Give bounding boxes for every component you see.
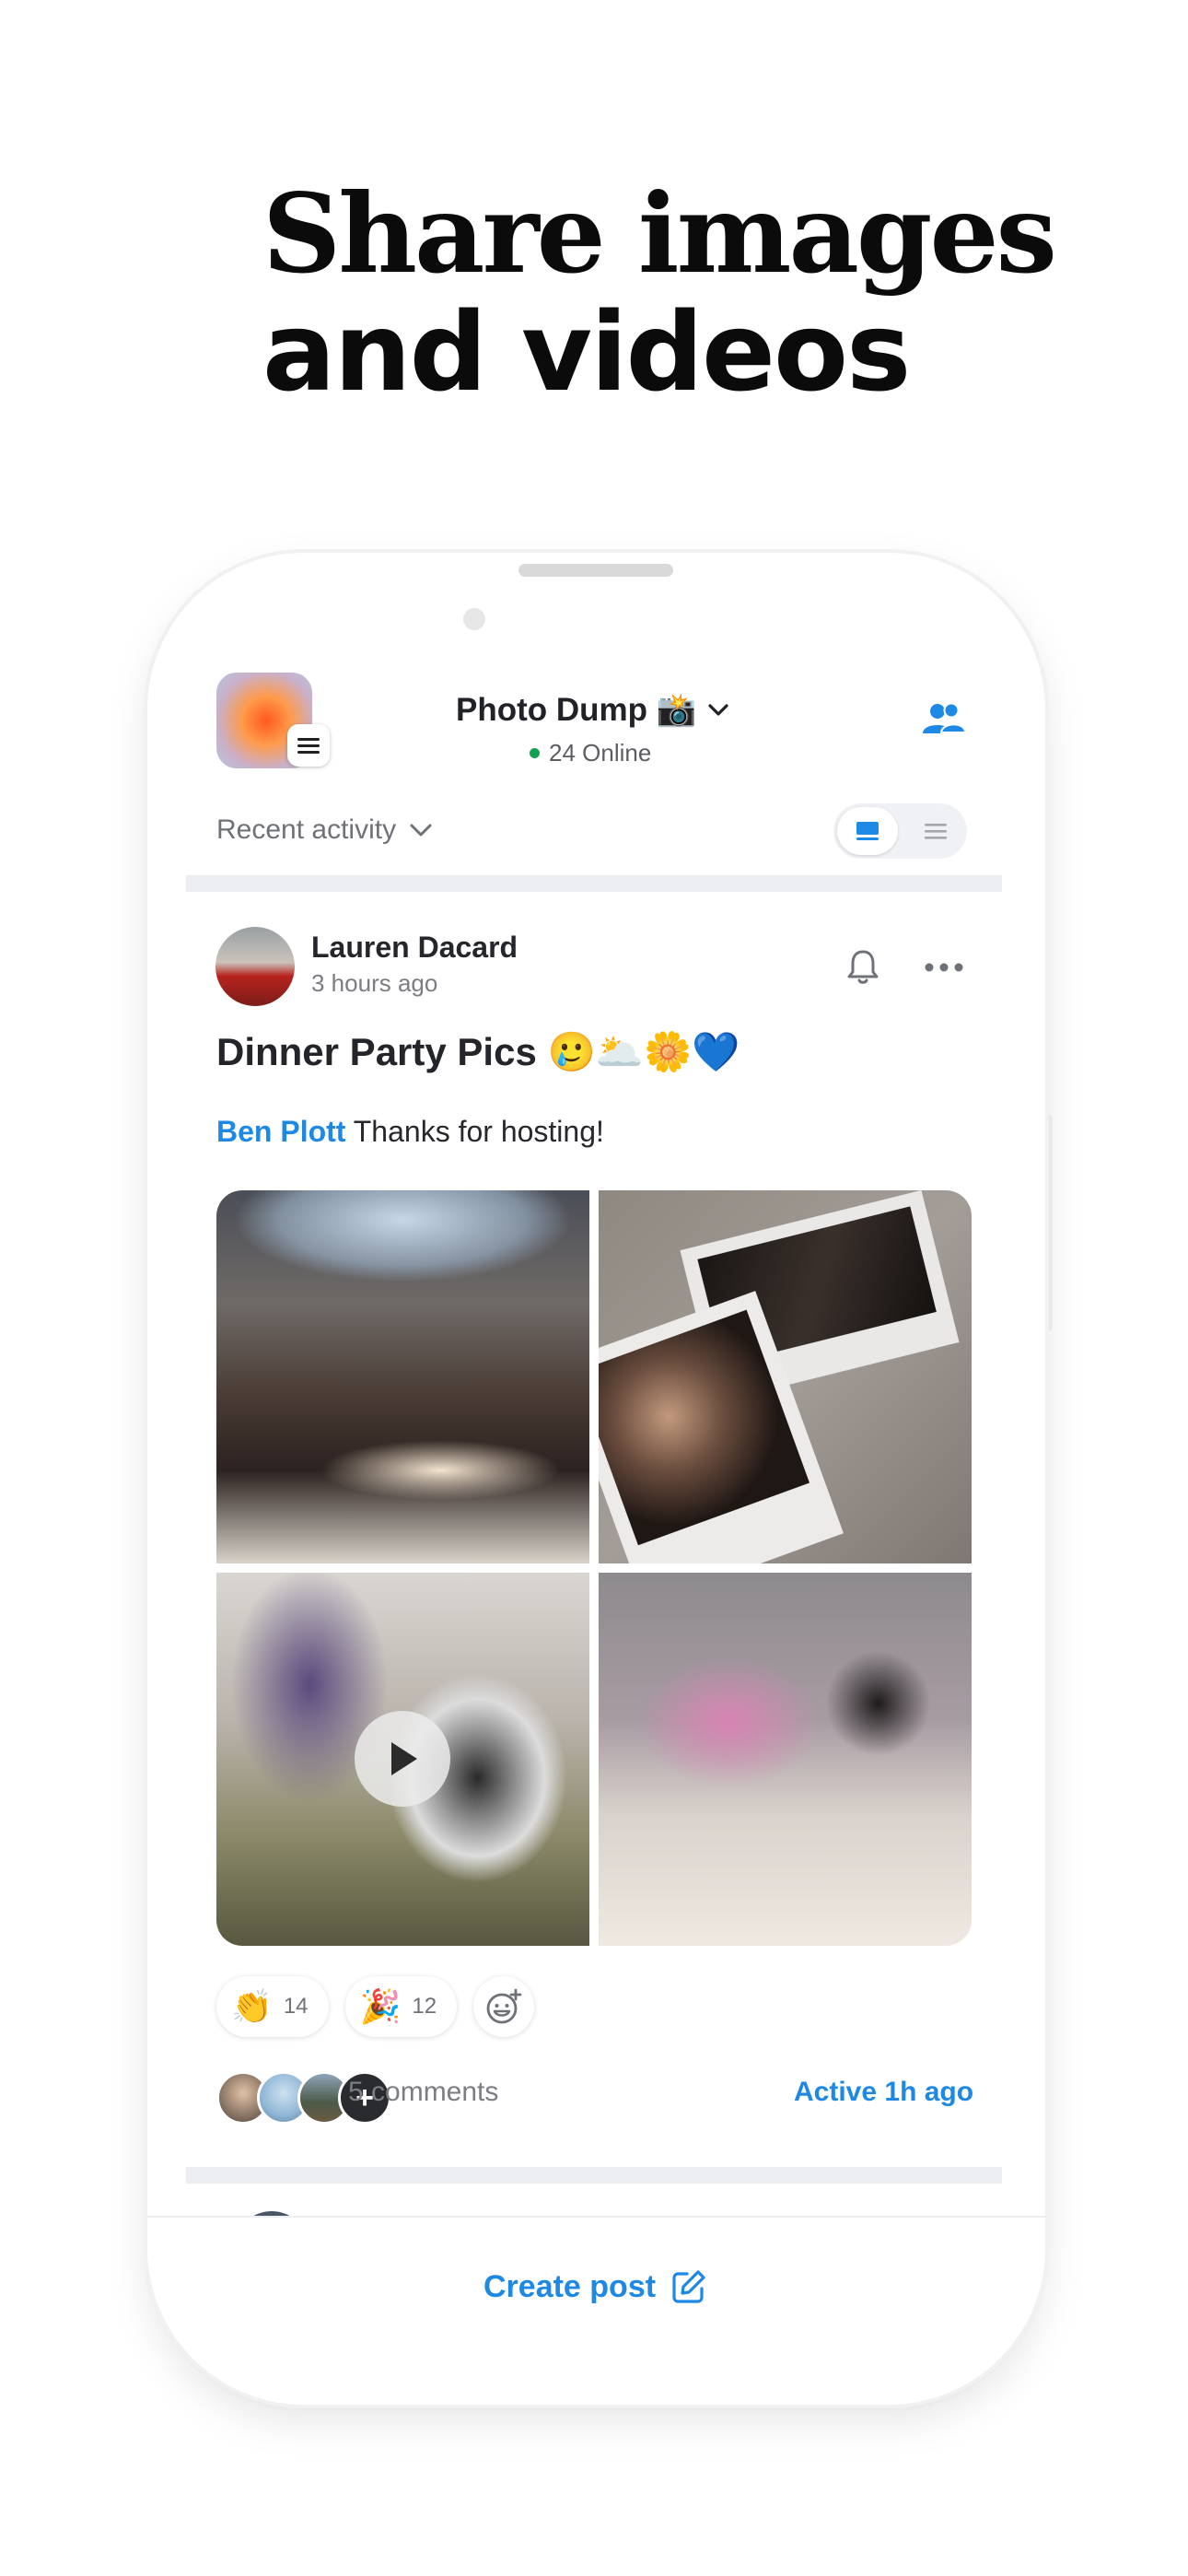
list-view-button[interactable] bbox=[913, 803, 959, 859]
activity-filter[interactable]: Recent activity bbox=[216, 814, 433, 846]
hamburger-icon[interactable] bbox=[287, 724, 330, 767]
reactions-bar: 👏 14 🎉 12 bbox=[216, 1976, 535, 2037]
chevron-down-icon bbox=[410, 824, 432, 837]
reaction-count: 12 bbox=[412, 1994, 437, 2019]
author-avatar[interactable] bbox=[215, 927, 295, 1006]
users-icon[interactable] bbox=[921, 700, 967, 737]
reaction-count: 14 bbox=[283, 1994, 309, 2019]
play-icon bbox=[391, 1742, 417, 1775]
feed-divider bbox=[186, 875, 1002, 892]
phone-speaker bbox=[518, 564, 673, 577]
add-emoji-icon bbox=[486, 1988, 522, 2024]
phone-frame: Photo Dump 📸 24 Online Recent activity L… bbox=[147, 553, 1045, 2405]
post-timestamp: 3 hours ago bbox=[311, 969, 438, 997]
more-options-icon[interactable] bbox=[921, 958, 967, 977]
online-status: 24 Online bbox=[530, 739, 651, 767]
channel-selector[interactable]: Photo Dump 📸 bbox=[456, 691, 729, 729]
photo-guests[interactable] bbox=[599, 1573, 972, 1946]
edit-icon bbox=[672, 2270, 705, 2303]
comments-count[interactable]: 5 comments bbox=[348, 2077, 498, 2108]
add-reaction-button[interactable] bbox=[473, 1976, 535, 2037]
post-body-text: Thanks for hosting! bbox=[345, 1115, 604, 1148]
phone-camera bbox=[463, 608, 485, 630]
headline: Share images and videos bbox=[262, 170, 1057, 416]
activity-status: Active 1h ago bbox=[794, 2077, 974, 2107]
reaction-party[interactable]: 🎉 12 bbox=[344, 1976, 458, 2037]
bell-icon[interactable] bbox=[845, 947, 880, 986]
feed-divider bbox=[186, 2167, 1002, 2184]
online-count: 24 Online bbox=[549, 739, 652, 767]
video-flowers[interactable] bbox=[216, 1573, 589, 1946]
mention-link[interactable]: Ben Plott bbox=[216, 1115, 345, 1148]
post-title: Dinner Party Pics 🥲🌥️🌼💙 bbox=[216, 1030, 740, 1073]
bottom-bar bbox=[147, 2216, 1045, 2405]
clap-emoji: 👏 bbox=[231, 1988, 273, 2026]
headline-line-2: and videos bbox=[262, 288, 911, 416]
headline-line-1: Share images bbox=[262, 170, 1057, 298]
channel-name: Photo Dump 📸 bbox=[456, 692, 697, 728]
chevron-down-icon bbox=[708, 703, 728, 716]
card-view-button[interactable] bbox=[837, 807, 898, 855]
photo-polaroids[interactable] bbox=[599, 1190, 972, 1563]
reaction-clap[interactable]: 👏 14 bbox=[216, 1976, 329, 2037]
create-post-label: Create post bbox=[483, 2268, 657, 2304]
list-view-icon bbox=[925, 824, 947, 839]
card-view-icon bbox=[856, 822, 879, 840]
create-post-button[interactable]: Create post bbox=[483, 2268, 707, 2305]
photo-dinner-table[interactable] bbox=[216, 1190, 589, 1563]
activity-filter-label: Recent activity bbox=[216, 814, 397, 845]
online-dot-icon bbox=[530, 748, 540, 758]
post-body: Ben Plott Thanks for hosting! bbox=[216, 1115, 604, 1149]
phone-side-button bbox=[1045, 1115, 1053, 1331]
party-emoji: 🎉 bbox=[359, 1988, 402, 2026]
play-button[interactable] bbox=[355, 1711, 450, 1807]
view-toggle[interactable] bbox=[833, 803, 967, 859]
post-author[interactable]: Lauren Dacard bbox=[311, 931, 518, 965]
media-grid bbox=[216, 1190, 972, 1946]
